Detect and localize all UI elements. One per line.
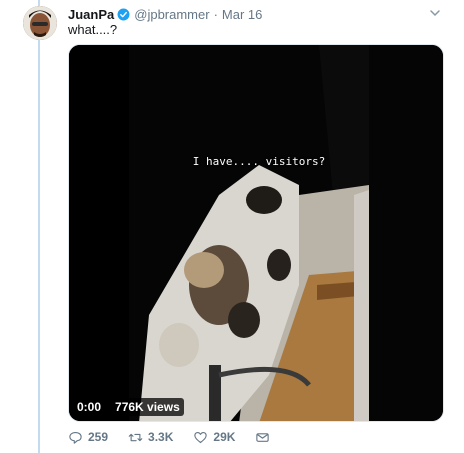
- avatar-image: [23, 6, 57, 40]
- like-button[interactable]: 29K: [193, 430, 235, 445]
- video-caption: I have.... visitors?: [192, 155, 326, 168]
- verified-badge-icon: [117, 8, 130, 20]
- video-frame: [69, 45, 443, 421]
- heart-icon: [194, 431, 208, 443]
- avatar[interactable]: [23, 6, 57, 40]
- retweet-icon: [128, 433, 143, 441]
- direct-message-button[interactable]: [255, 430, 275, 445]
- reply-icon: [69, 431, 82, 444]
- reply-count: 259: [88, 430, 109, 444]
- thread-connector-line: [38, 0, 40, 453]
- envelope-icon: [256, 432, 270, 442]
- tweet-actions: 259 3.3K 29K: [68, 428, 295, 446]
- reply-button[interactable]: 259: [68, 430, 108, 445]
- chevron-down-icon[interactable]: [428, 6, 442, 20]
- tweet-date[interactable]: Mar 16: [222, 7, 262, 22]
- tweet-text: what....?: [68, 22, 118, 37]
- retweet-count: 3.3K: [148, 430, 174, 444]
- video-views: 776K views: [111, 398, 184, 416]
- retweet-button[interactable]: 3.3K: [128, 430, 173, 445]
- display-name[interactable]: JuanPa: [68, 7, 114, 22]
- user-handle[interactable]: @jpbrammer: [134, 7, 209, 22]
- like-count: 29K: [213, 430, 236, 444]
- video-time: 0:00: [73, 398, 106, 416]
- separator-dot: ·: [213, 6, 218, 22]
- video-stats: 0:00 776K views: [73, 397, 184, 417]
- video-player[interactable]: I have.... visitors? 0:00 776K views: [68, 44, 444, 422]
- tweet-header: JuanPa @jpbrammer · Mar 16: [68, 5, 442, 23]
